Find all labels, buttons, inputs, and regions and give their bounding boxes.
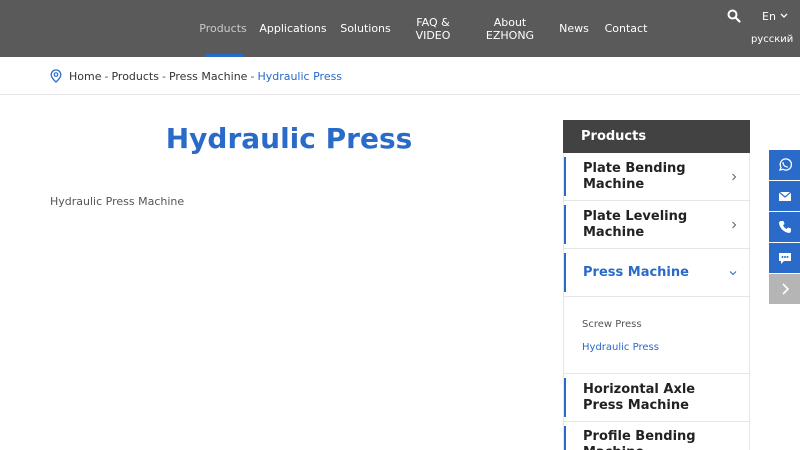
nav-applications[interactable]: Applications — [258, 0, 328, 57]
sidebar-accent-bar — [564, 378, 566, 417]
chevron-right-icon — [732, 173, 737, 180]
whatsapp-button[interactable] — [769, 150, 800, 180]
whatsapp-icon — [778, 158, 792, 171]
collapse-contact-button[interactable] — [769, 274, 800, 304]
breadcrumb-press-machine[interactable]: Press Machine — [169, 70, 248, 83]
chevron-down-icon — [780, 13, 788, 18]
breadcrumb-separator: - — [104, 69, 109, 83]
top-header: Products Applications Solutions FAQ & VI… — [0, 0, 800, 57]
sidebar-accent-bar — [564, 205, 566, 244]
nav-faq-video-label: FAQ & VIDEO — [415, 15, 451, 42]
phone-icon — [778, 221, 791, 233]
nav-contact[interactable]: Contact — [603, 0, 649, 57]
breadcrumb: Home - Products - Press Machine - Hydrau… — [50, 68, 342, 84]
nav-solutions-label: Solutions — [340, 22, 391, 35]
phone-button[interactable] — [769, 212, 800, 242]
sidebar-accent-bar — [564, 157, 566, 196]
nav-solutions[interactable]: Solutions — [338, 0, 393, 57]
email-icon — [778, 191, 791, 201]
sidebar-heading: Products — [563, 120, 750, 153]
nav-faq-video[interactable]: FAQ & VIDEO — [408, 0, 458, 57]
sidebar-item-plate-leveling[interactable]: Plate Leveling Machine — [563, 201, 750, 249]
breadcrumb-separator: - — [161, 69, 166, 83]
breadcrumb-separator: - — [250, 69, 255, 83]
sidebar-item-label: Press Machine — [583, 264, 689, 280]
search-icon[interactable] — [727, 9, 741, 23]
nav-applications-label: Applications — [259, 22, 327, 35]
sidebar-item-label: Plate Bending Machine — [583, 160, 686, 192]
nav-products-label: Products — [199, 22, 247, 35]
sidebar-item-profile-bending[interactable]: Profile Bending Machine — [563, 422, 750, 450]
page: Products Applications Solutions FAQ & VI… — [0, 0, 800, 450]
sidebar-item-label: Plate Leveling Machine — [583, 208, 688, 240]
nav-news-label: News — [559, 22, 589, 35]
location-pin-icon — [50, 69, 62, 83]
sidebar-accent-bar — [564, 426, 566, 450]
nav-about-label: About EZHONG — [485, 15, 535, 42]
chat-button[interactable] — [769, 243, 800, 273]
submenu-item-hydraulic-press[interactable]: Hydraulic Press — [582, 342, 659, 353]
nav-news[interactable]: News — [555, 0, 593, 57]
breadcrumb-current: Hydraulic Press — [257, 69, 343, 83]
breadcrumb-bar: Home - Products - Press Machine - Hydrau… — [0, 57, 800, 95]
sidebar-item-press-machine[interactable]: Press Machine — [563, 249, 750, 297]
sidebar-item-plate-bending[interactable]: Plate Bending Machine — [563, 153, 750, 201]
nav-contact-label: Contact — [604, 22, 648, 35]
chevron-down-icon — [729, 270, 737, 275]
submenu-item-screw-press[interactable]: Screw Press — [582, 319, 642, 330]
sidebar-accent-bar — [564, 253, 566, 292]
breadcrumb-home[interactable]: Home — [69, 70, 101, 83]
product-description: Hydraulic Press Machine — [50, 195, 185, 208]
language-switch[interactable]: En — [762, 9, 788, 23]
chevron-right-icon — [732, 221, 737, 228]
sidebar-submenu-press-machine: Screw Press Hydraulic Press — [563, 297, 750, 374]
page-title: Hydraulic Press — [165, 122, 413, 155]
sidebar-item-label: Horizontal Axle Press Machine — [583, 381, 696, 413]
email-button[interactable] — [769, 181, 800, 211]
breadcrumb-products[interactable]: Products — [111, 70, 159, 83]
language-current: En — [762, 9, 776, 23]
sidebar-item-horizontal-axle-press[interactable]: Horizontal Axle Press Machine — [563, 374, 750, 422]
nav-about[interactable]: About EZHONG — [480, 0, 540, 57]
chevron-right-icon — [781, 283, 789, 295]
nav-products[interactable]: Products — [199, 0, 247, 57]
chat-icon — [778, 253, 791, 264]
sidebar-item-label: Profile Bending Machine — [583, 429, 696, 450]
language-russian-link[interactable]: русский — [751, 34, 793, 45]
